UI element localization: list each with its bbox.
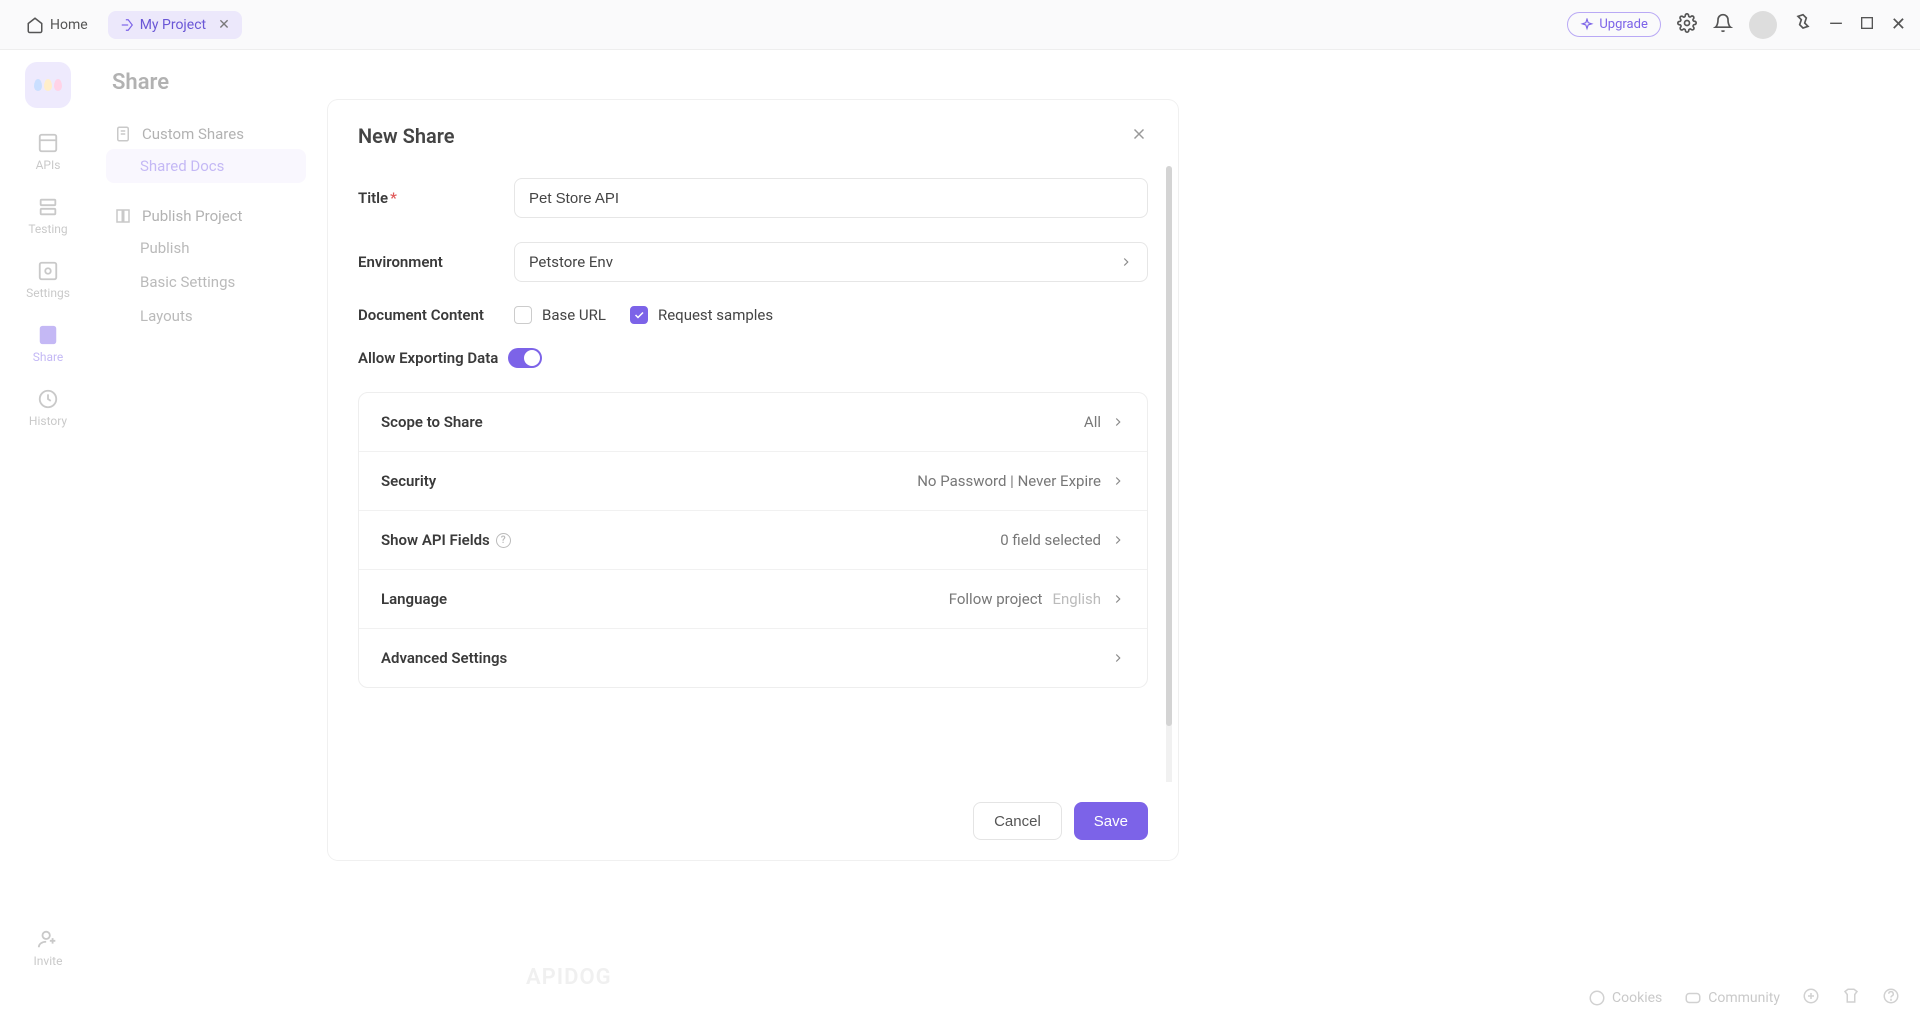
checkbox-request-samples[interactable]: Request samples <box>630 306 773 324</box>
checkbox-label: Request samples <box>658 306 773 324</box>
allow-exporting-label: Allow Exporting Data <box>358 349 498 367</box>
settings-panel: Scope to Share All Security No Password … <box>358 392 1148 688</box>
check-icon <box>633 309 645 321</box>
checkbox-box-checked <box>630 306 648 324</box>
settings-value-text: All <box>1084 413 1101 431</box>
chevron-right-icon <box>1111 651 1125 665</box>
save-button[interactable]: Save <box>1074 802 1148 840</box>
cancel-button[interactable]: Cancel <box>973 802 1062 840</box>
chevron-right-icon <box>1111 592 1125 606</box>
new-share-modal: New Share Title* Environment Petstore En… <box>328 100 1178 860</box>
maximize-icon <box>1859 15 1875 31</box>
environment-select[interactable]: Petstore Env <box>514 242 1148 282</box>
pin-icon <box>1793 13 1813 33</box>
sparkle-icon <box>1580 18 1594 32</box>
settings-value-sub: English <box>1052 590 1101 608</box>
chevron-right-icon <box>1111 415 1125 429</box>
checkbox-base-url[interactable]: Base URL <box>514 306 606 324</box>
title-label: Title* <box>358 189 514 207</box>
notifications-button[interactable] <box>1713 13 1733 37</box>
tab-home-label: Home <box>50 17 88 33</box>
modal-title: New Share <box>358 124 455 148</box>
settings-row-language[interactable]: Language Follow project English <box>359 570 1147 629</box>
settings-row-security[interactable]: Security No Password | Never Expire <box>359 452 1147 511</box>
title-input[interactable] <box>514 178 1148 218</box>
bell-icon <box>1713 13 1733 33</box>
tab-close-icon[interactable]: ✕ <box>218 17 230 33</box>
home-icon <box>26 16 44 34</box>
title-bar: Home My Project ✕ Upgrade — ✕ <box>0 0 1920 50</box>
environment-value: Petstore Env <box>529 253 613 271</box>
settings-gear-button[interactable] <box>1677 13 1697 37</box>
upgrade-button[interactable]: Upgrade <box>1567 12 1660 37</box>
close-icon <box>1130 125 1148 143</box>
project-icon <box>120 18 134 32</box>
tab-home[interactable]: Home <box>14 10 100 40</box>
upgrade-label: Upgrade <box>1599 17 1647 32</box>
pin-button[interactable] <box>1793 13 1813 37</box>
avatar[interactable] <box>1749 11 1777 39</box>
chevron-right-icon <box>1119 255 1133 269</box>
settings-row-api-fields[interactable]: Show API Fields ? 0 field selected <box>359 511 1147 570</box>
info-icon: ? <box>496 533 511 548</box>
gear-icon <box>1677 13 1697 33</box>
settings-value-text: Follow project <box>949 590 1043 608</box>
modal-scrollbar[interactable] <box>1166 166 1172 782</box>
tab-project-label: My Project <box>140 17 206 33</box>
window-minimize-button[interactable]: — <box>1829 14 1843 35</box>
tab-project[interactable]: My Project ✕ <box>108 11 242 39</box>
chevron-right-icon <box>1111 533 1125 547</box>
checkbox-box <box>514 306 532 324</box>
window-maximize-button[interactable] <box>1859 15 1875 35</box>
settings-value-text: 0 field selected <box>1000 531 1101 549</box>
settings-row-advanced[interactable]: Advanced Settings <box>359 629 1147 687</box>
allow-exporting-toggle[interactable] <box>508 348 542 368</box>
settings-value-text: No Password | Never Expire <box>917 472 1101 490</box>
window-close-button[interactable]: ✕ <box>1891 14 1906 35</box>
modal-close-button[interactable] <box>1130 124 1148 148</box>
environment-label: Environment <box>358 253 514 271</box>
document-content-label: Document Content <box>358 306 514 324</box>
settings-row-scope[interactable]: Scope to Share All <box>359 393 1147 452</box>
checkbox-label: Base URL <box>542 306 606 324</box>
chevron-right-icon <box>1111 474 1125 488</box>
